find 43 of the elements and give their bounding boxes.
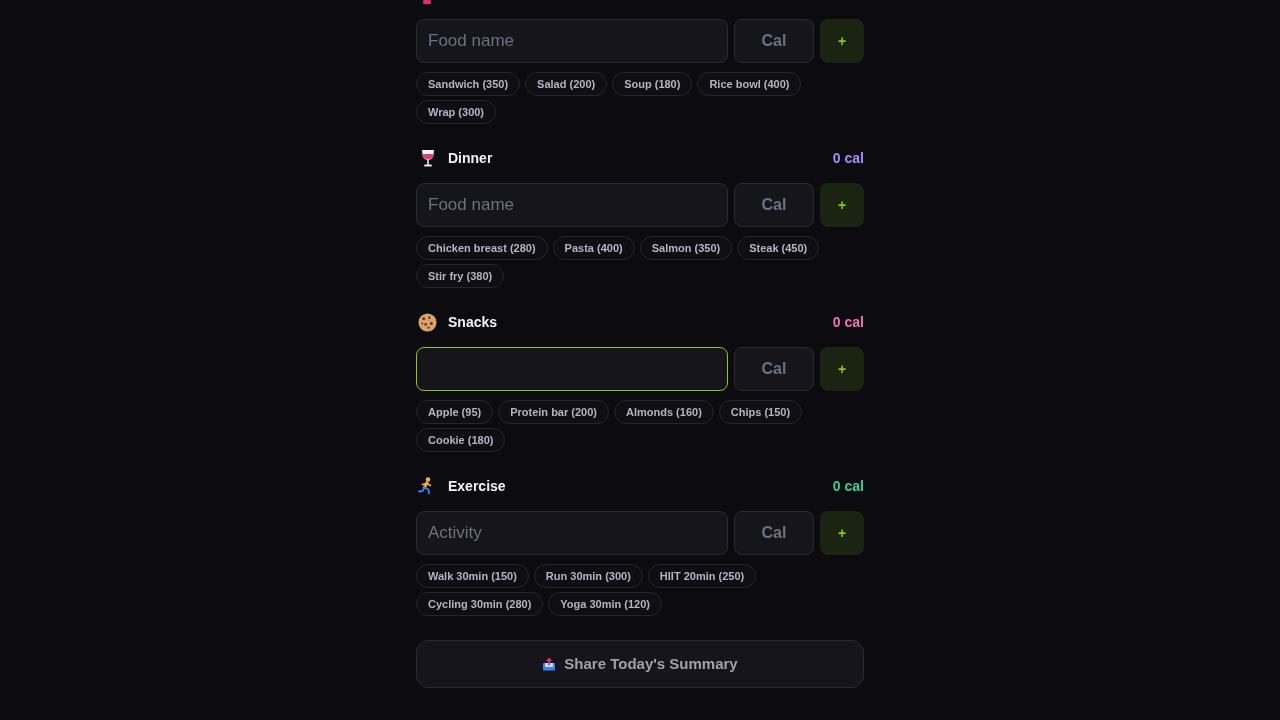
add-button[interactable]: + xyxy=(820,183,864,227)
quick-add-chip[interactable]: Sandwich (350) xyxy=(416,72,521,96)
quick-add-chip[interactable]: Rice bowl (400) xyxy=(697,72,802,96)
calorie-input[interactable]: Cal xyxy=(734,511,814,555)
quick-add-chip[interactable]: Wrap (300) xyxy=(416,100,497,124)
food-name-input[interactable]: Activity xyxy=(416,511,728,555)
section-title: Dinner xyxy=(448,148,493,168)
quick-add-chip[interactable]: Stir fry (380) xyxy=(416,264,505,288)
section-title: Exercise xyxy=(448,476,506,496)
quick-add-chip[interactable]: Yoga 30min (120) xyxy=(548,592,662,616)
add-button[interactable]: + xyxy=(820,511,864,555)
outbox-tray-icon xyxy=(542,657,557,671)
quick-add-chip[interactable]: Run 30min (300) xyxy=(533,564,643,588)
calorie-total: 0 cal xyxy=(832,312,864,332)
quick-add-chip[interactable]: Almonds (160) xyxy=(614,400,714,424)
add-button[interactable]: + xyxy=(820,347,864,391)
wine-glass-icon xyxy=(421,149,435,167)
food-name-input[interactable] xyxy=(416,347,728,391)
cookie-icon xyxy=(418,312,437,332)
calorie-total: 0 cal xyxy=(832,476,864,496)
quick-add-chip[interactable]: Chips (150) xyxy=(718,400,803,424)
quick-add-chip[interactable]: Cookie (180) xyxy=(416,428,506,452)
calorie-total: 0 cal xyxy=(832,148,864,168)
quick-add-chip[interactable]: Cycling 30min (280) xyxy=(416,592,544,616)
calorie-input[interactable]: Cal xyxy=(734,183,814,227)
section-title: Snacks xyxy=(448,312,498,332)
add-button[interactable]: + xyxy=(820,19,864,63)
food-name-input[interactable]: Food name xyxy=(416,183,728,227)
quick-add-chip[interactable]: Protein bar (200) xyxy=(498,400,609,424)
food-name-input[interactable]: Food name xyxy=(416,19,728,63)
quick-add-chip[interactable]: Walk 30min (150) xyxy=(416,564,529,588)
quick-add-chip[interactable]: Apple (95) xyxy=(416,400,494,424)
quick-add-chip[interactable]: Steak (450) xyxy=(737,236,820,260)
quick-add-chip[interactable]: Pasta (400) xyxy=(552,236,635,260)
calorie-input[interactable]: Cal xyxy=(734,347,814,391)
quick-add-chip[interactable]: Soup (180) xyxy=(612,72,693,96)
quick-add-chip[interactable]: Chicken breast (280) xyxy=(416,236,548,260)
quick-add-chip[interactable]: Salmon (350) xyxy=(639,236,733,260)
share-summary-button[interactable]: Share Today's Summary xyxy=(416,640,864,688)
quick-add-chip[interactable]: Salad (200) xyxy=(525,72,608,96)
quick-add-chip[interactable]: HIIT 20min (250) xyxy=(647,564,757,588)
calorie-input[interactable]: Cal xyxy=(734,19,814,63)
emoji-icon xyxy=(423,0,431,4)
